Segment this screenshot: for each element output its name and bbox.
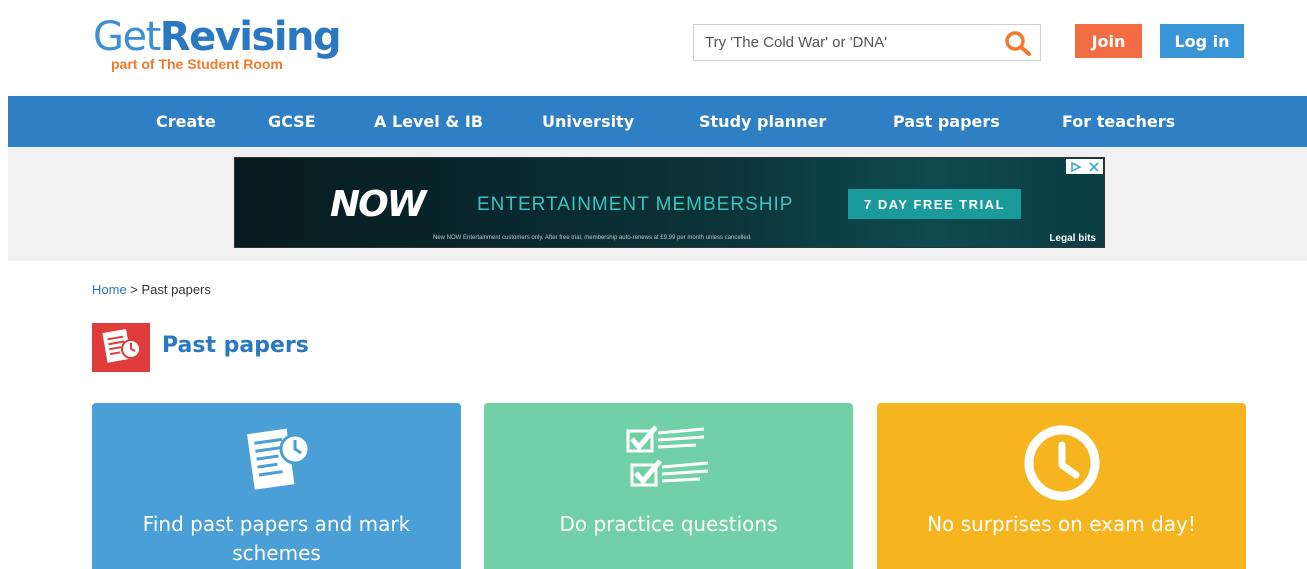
ad-choices-icon[interactable]: [1066, 159, 1103, 174]
checklist-icon: [624, 425, 714, 502]
ad-cta-button[interactable]: 7 DAY FREE TRIAL: [848, 189, 1021, 219]
ad-close-icon[interactable]: [1088, 161, 1100, 173]
nav-item-past-papers[interactable]: Past papers: [893, 96, 1000, 147]
clock-icon: [1020, 425, 1104, 506]
search-icon[interactable]: [1004, 30, 1032, 56]
search-box: [693, 24, 1041, 61]
ad-fine-print: New NOW Entertainment customers only. Af…: [433, 235, 752, 241]
card-label: Do practice questions: [559, 512, 778, 536]
site-logo[interactable]: GetRevising part of The Student Room: [93, 14, 342, 72]
past-papers-icon: [92, 323, 150, 372]
nav-item-for-teachers[interactable]: For teachers: [1062, 96, 1175, 147]
page-title: Past papers: [162, 333, 309, 358]
breadcrumb-separator: >: [126, 282, 142, 297]
nav-item-university[interactable]: University: [542, 96, 634, 147]
nav-item-study-planner[interactable]: Study planner: [699, 96, 826, 147]
card-label: Find past papers and mark schemes: [142, 512, 411, 565]
breadcrumb-home-link[interactable]: Home: [92, 282, 127, 297]
nav-item-create[interactable]: Create: [156, 96, 216, 147]
ad-legal-link[interactable]: Legal bits: [1049, 233, 1096, 244]
nav-item-a-level-ib[interactable]: A Level & IB: [374, 96, 483, 147]
main-nav: Create GCSE A Level & IB University Stud…: [8, 96, 1307, 147]
logo-tagline: part of The Student Room: [111, 56, 283, 72]
card-find-past-papers[interactable]: Find past papers and mark schemes: [92, 403, 461, 569]
logo-get: Get: [93, 14, 161, 60]
ad-banner[interactable]: NOW ENTERTAINMENT MEMBERSHIP 7 DAY FREE …: [234, 157, 1105, 248]
card-label: No surprises on exam day!: [927, 512, 1196, 536]
ad-brand-logo: NOW: [330, 184, 426, 225]
login-button[interactable]: Log in: [1160, 24, 1244, 58]
breadcrumb: Home > Past papers: [92, 282, 211, 297]
breadcrumb-current: Past papers: [141, 282, 211, 297]
logo-revising: Revising: [159, 14, 342, 60]
search-input[interactable]: [694, 25, 994, 60]
nav-item-gcse[interactable]: GCSE: [268, 96, 316, 147]
document-clock-icon: [237, 425, 317, 502]
card-practice-questions[interactable]: Do practice questions: [484, 403, 853, 569]
join-button[interactable]: Join: [1075, 24, 1142, 58]
adchoices-play-icon: [1070, 161, 1082, 172]
card-no-surprises[interactable]: No surprises on exam day!: [877, 403, 1246, 569]
site-header: GetRevising part of The Student Room Joi…: [0, 0, 1307, 96]
logo-wordmark: GetRevising: [93, 14, 342, 60]
ad-headline: ENTERTAINMENT MEMBERSHIP: [477, 194, 794, 215]
